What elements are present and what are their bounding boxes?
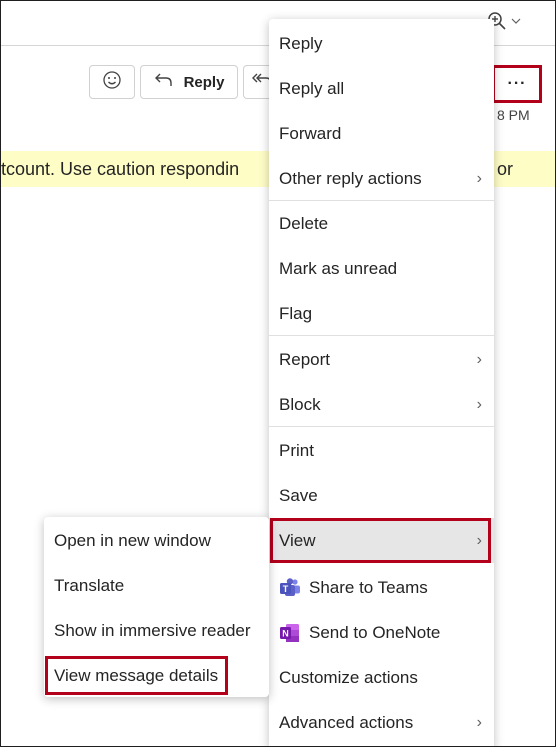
more-actions-button[interactable]: ··· <box>492 65 542 103</box>
menu-item-label: Report <box>279 349 331 369</box>
menu-item-forward[interactable]: Forward <box>269 111 494 156</box>
submenu-item-label: Open in new window <box>54 530 211 550</box>
menu-divider <box>269 335 494 336</box>
menu-item-label: Advanced actions <box>279 712 414 732</box>
menu-item-report[interactable]: Report › <box>269 337 494 382</box>
menu-item-label: Customize actions <box>279 667 418 687</box>
menu-item-delete[interactable]: Delete <box>269 201 494 246</box>
chevron-right-icon: › <box>476 350 482 368</box>
menu-item-label: Forward <box>279 123 342 143</box>
menu-item-share-to-teams[interactable]: T Share to Teams <box>269 565 494 610</box>
onenote-icon: N <box>279 622 301 644</box>
menu-item-save[interactable]: Save <box>269 473 494 518</box>
menu-item-label: Share to Teams <box>309 577 428 597</box>
reply-icon <box>154 72 174 92</box>
reply-button[interactable]: Reply <box>140 65 238 99</box>
menu-item-flag[interactable]: Flag <box>269 291 494 336</box>
menu-divider <box>269 426 494 427</box>
emoji-button[interactable] <box>89 65 135 99</box>
submenu-item-open-in-new-window[interactable]: Open in new window <box>44 518 269 563</box>
menu-item-label: Flag <box>279 303 313 323</box>
menu-item-label: Save <box>279 485 318 505</box>
menu-item-label: Other reply actions <box>279 168 422 188</box>
menu-item-print[interactable]: Print <box>269 428 494 473</box>
menu-item-label: Reply all <box>279 78 345 98</box>
highlight-box-view <box>270 518 491 563</box>
chevron-right-icon: › <box>476 713 482 731</box>
menu-item-reply-all[interactable]: Reply all <box>269 66 494 111</box>
submenu-item-label: Translate <box>54 575 125 595</box>
submenu-item-immersive-reader[interactable]: Show in immersive reader <box>44 608 269 653</box>
menu-item-mark-as-unread[interactable]: Mark as unread <box>269 246 494 291</box>
menu-item-advanced-actions[interactable]: Advanced actions › <box>269 700 494 745</box>
menu-item-label: Mark as unread <box>279 258 398 278</box>
emoji-icon <box>102 70 122 95</box>
highlight-box-view-message-details <box>45 656 228 695</box>
submenu-item-translate[interactable]: Translate <box>44 563 269 608</box>
menu-item-label: Delete <box>279 213 329 233</box>
svg-text:T: T <box>283 584 289 594</box>
menu-item-label: Block <box>279 394 321 414</box>
menu-item-block[interactable]: Block › <box>269 382 494 427</box>
message-time: 8 PM <box>497 107 530 123</box>
banner-text: tcount. Use caution respondin <box>1 159 240 179</box>
reply-button-label: Reply <box>183 73 225 91</box>
chevron-right-icon: › <box>476 395 482 413</box>
more-icon: ··· <box>507 75 527 92</box>
svg-text:N: N <box>282 628 289 638</box>
reading-pane: Reply ··· 8 PM tcount. Use caution respo… <box>0 0 556 747</box>
menu-item-send-to-onenote[interactable]: N Send to OneNote <box>269 610 494 655</box>
menu-item-other-reply-actions[interactable]: Other reply actions › <box>269 156 494 201</box>
chevron-down-icon <box>511 16 521 26</box>
banner-text-end: or <box>497 159 514 179</box>
submenu-item-label: Show in immersive reader <box>54 620 251 640</box>
chevron-right-icon: › <box>476 169 482 187</box>
menu-item-label: Reply <box>279 33 323 53</box>
menu-item-label: Send to OneNote <box>309 622 441 642</box>
more-actions-menu: Reply Reply all Forward Other reply acti… <box>269 19 494 746</box>
teams-icon: T <box>279 577 301 599</box>
menu-item-label: Print <box>279 440 314 460</box>
menu-item-reply[interactable]: Reply <box>269 21 494 66</box>
menu-item-customize-actions[interactable]: Customize actions <box>269 655 494 700</box>
